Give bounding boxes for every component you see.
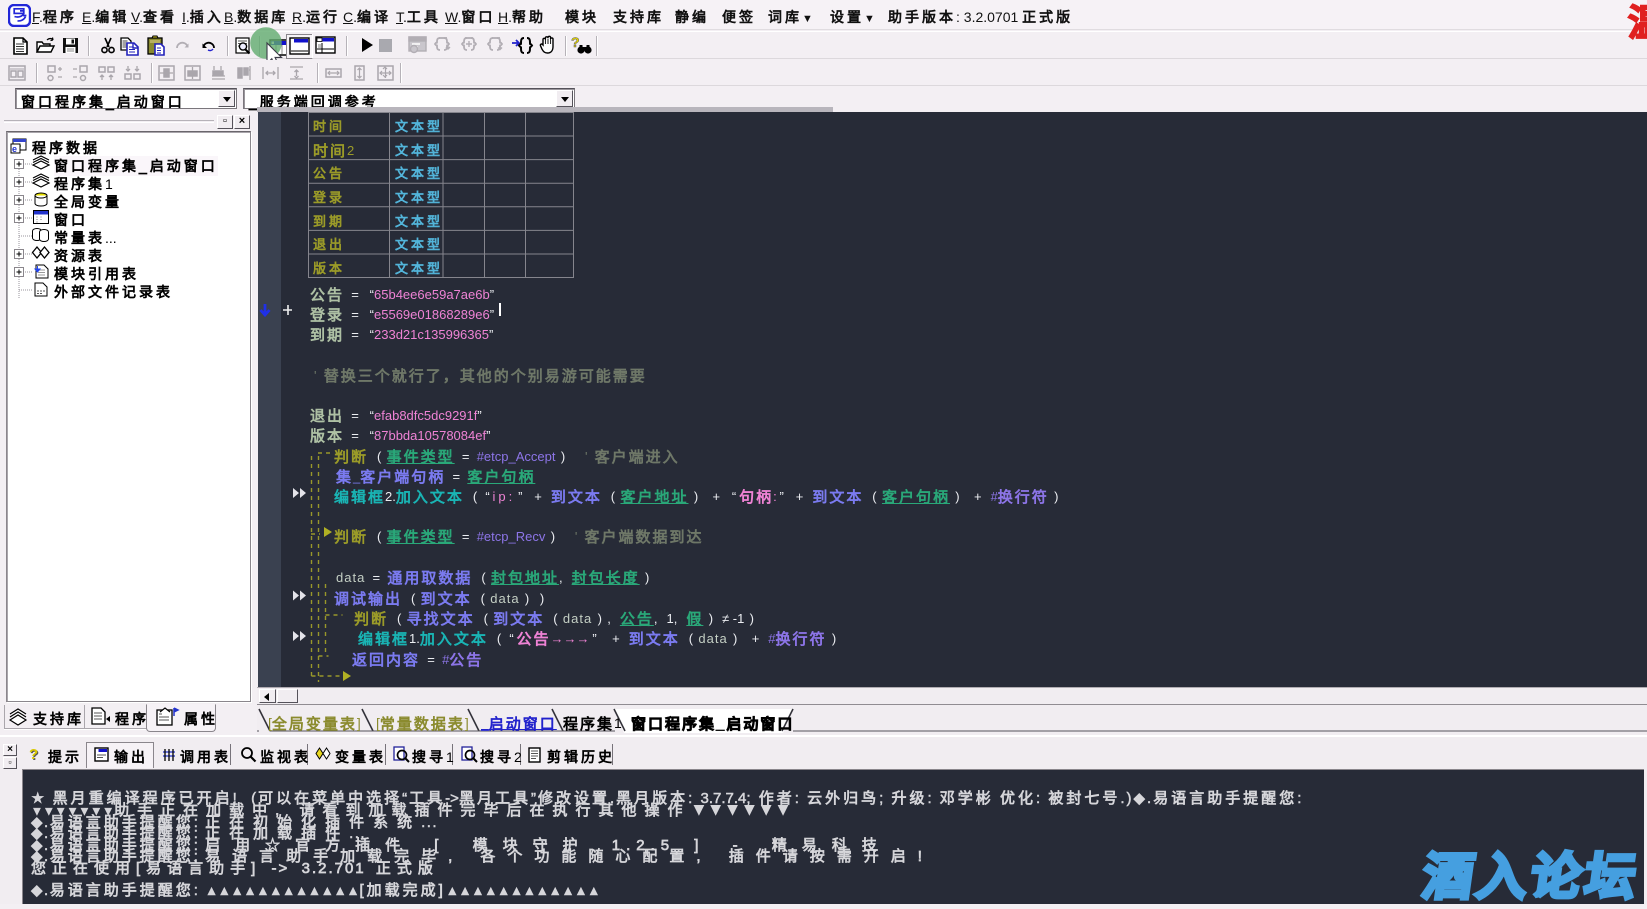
svg-text:e: e (12, 144, 17, 154)
svg-text:?: ? (571, 34, 580, 50)
